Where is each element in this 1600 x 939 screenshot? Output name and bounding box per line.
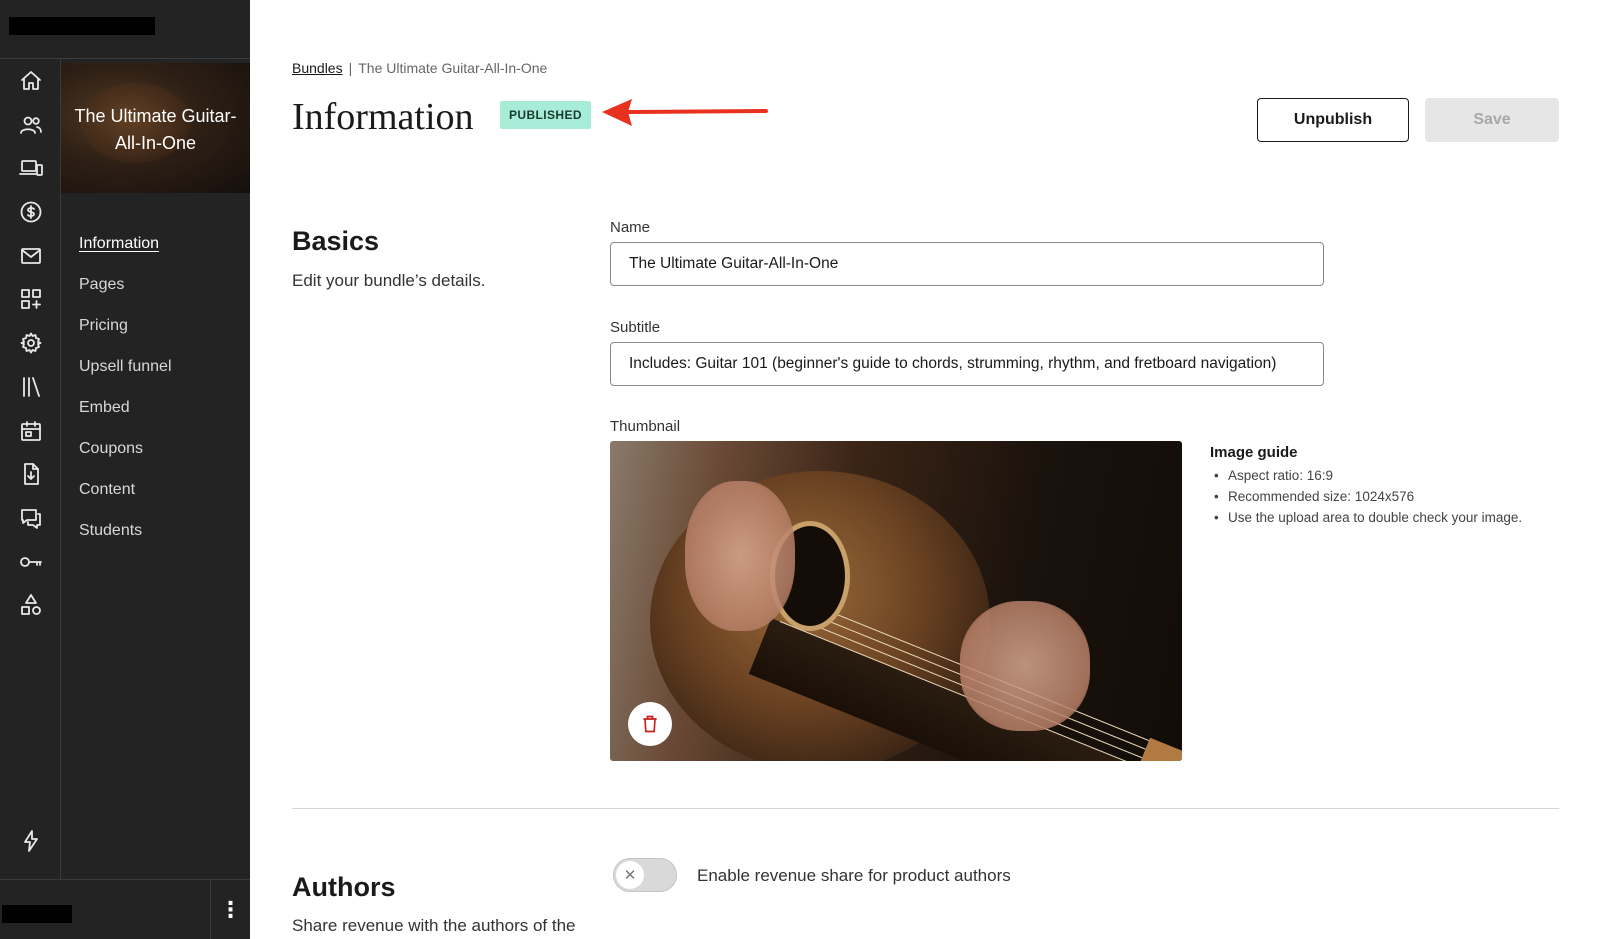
kebab-icon[interactable]: ⋮ [210,880,250,939]
thumbnail-image[interactable] [610,441,1182,761]
breadcrumb-bundles-link[interactable]: Bundles [292,60,343,76]
shapes-icon[interactable] [17,591,45,619]
image-guide-item: Use the upload area to double check your… [1210,507,1522,528]
image-guide-item: Recommended size: 1024x576 [1210,486,1522,507]
page-title: Information [292,96,474,138]
product-hero-image: The Ultimate Guitar-All-In-One [61,63,250,193]
calendar-icon[interactable] [17,417,45,445]
key-icon[interactable] [17,548,45,576]
users-icon[interactable] [17,111,45,139]
apps-add-icon[interactable] [17,285,45,313]
sidebar: The Ultimate Guitar-All-In-One Informati… [0,0,250,939]
basics-heading: Basics [292,226,380,256]
status-badge: PUBLISHED [500,101,591,129]
mail-icon[interactable] [17,242,45,270]
product-subnav: Information Pages Pricing Upsell funnel … [79,230,172,558]
name-input[interactable] [610,242,1324,286]
subnav-item-pages[interactable]: Pages [79,271,172,312]
school-header [0,0,250,59]
icon-rail [0,59,61,879]
image-guide-title: Image guide [1210,444,1298,461]
revenue-share-label: Enable revenue share for product authors [697,866,1011,885]
lightning-icon[interactable] [17,827,45,855]
dollar-icon[interactable] [17,198,45,226]
thumbnail-label: Thumbnail [610,418,681,435]
user-footer: ⋮ [0,879,250,939]
basics-description: Edit your bundle’s details. [292,271,486,290]
breadcrumb: Bundles | The Ultimate Guitar-All-In-One [292,60,547,76]
chat-icon[interactable] [17,504,45,532]
redacted-school-name [9,17,155,35]
subnav-item-pricing[interactable]: Pricing [79,312,172,353]
subnav-item-coupons[interactable]: Coupons [79,435,172,476]
home-icon[interactable] [17,67,45,95]
subtitle-input[interactable] [610,342,1324,386]
redacted-user-name [2,905,72,923]
annotation-arrow-icon [602,99,768,126]
delete-thumbnail-button[interactable] [628,702,672,746]
product-title: The Ultimate Guitar-All-In-One [74,106,237,153]
subtitle-label: Subtitle [610,319,661,336]
download-file-icon[interactable] [17,460,45,488]
authors-heading: Authors [292,872,396,902]
subnav-item-embed[interactable]: Embed [79,394,172,435]
revenue-share-toggle[interactable]: ✕ [613,858,677,892]
authors-description: Share revenue with the authors of the pr… [292,916,576,935]
name-label: Name [610,219,651,236]
image-guide: Image guide Aspect ratio: 16:9 Recommend… [1210,444,1522,528]
toggle-off-icon: ✕ [616,861,644,889]
subnav-item-content[interactable]: Content [79,476,172,517]
save-button[interactable]: Save [1425,98,1559,142]
subnav-item-upsell-funnel[interactable]: Upsell funnel [79,353,172,394]
subnav-item-information[interactable]: Information [79,230,172,271]
image-guide-item: Aspect ratio: 16:9 [1210,465,1522,486]
breadcrumb-current: The Ultimate Guitar-All-In-One [358,60,548,76]
section-divider [292,808,1559,809]
main-content: Bundles | The Ultimate Guitar-All-In-One I… [250,0,1600,939]
trash-icon [643,715,657,733]
subnav-item-students[interactable]: Students [79,517,172,558]
library-icon[interactable] [17,373,45,401]
unpublish-button[interactable]: Unpublish [1257,98,1409,142]
gear-icon[interactable] [17,329,45,357]
devices-icon[interactable] [17,154,45,182]
breadcrumb-separator: | [348,60,353,76]
